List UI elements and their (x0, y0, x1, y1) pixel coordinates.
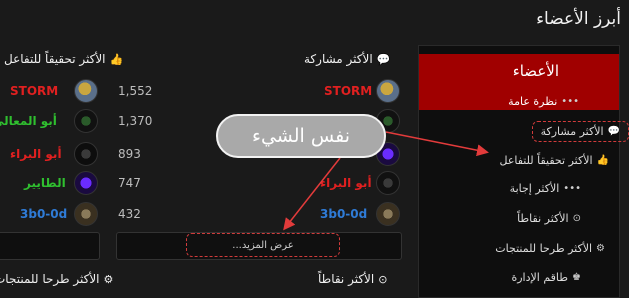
arrow-to-show-more (283, 157, 341, 231)
arrow-to-sidebar (385, 131, 489, 157)
annotation-callout: نفس الشيء (216, 114, 386, 158)
